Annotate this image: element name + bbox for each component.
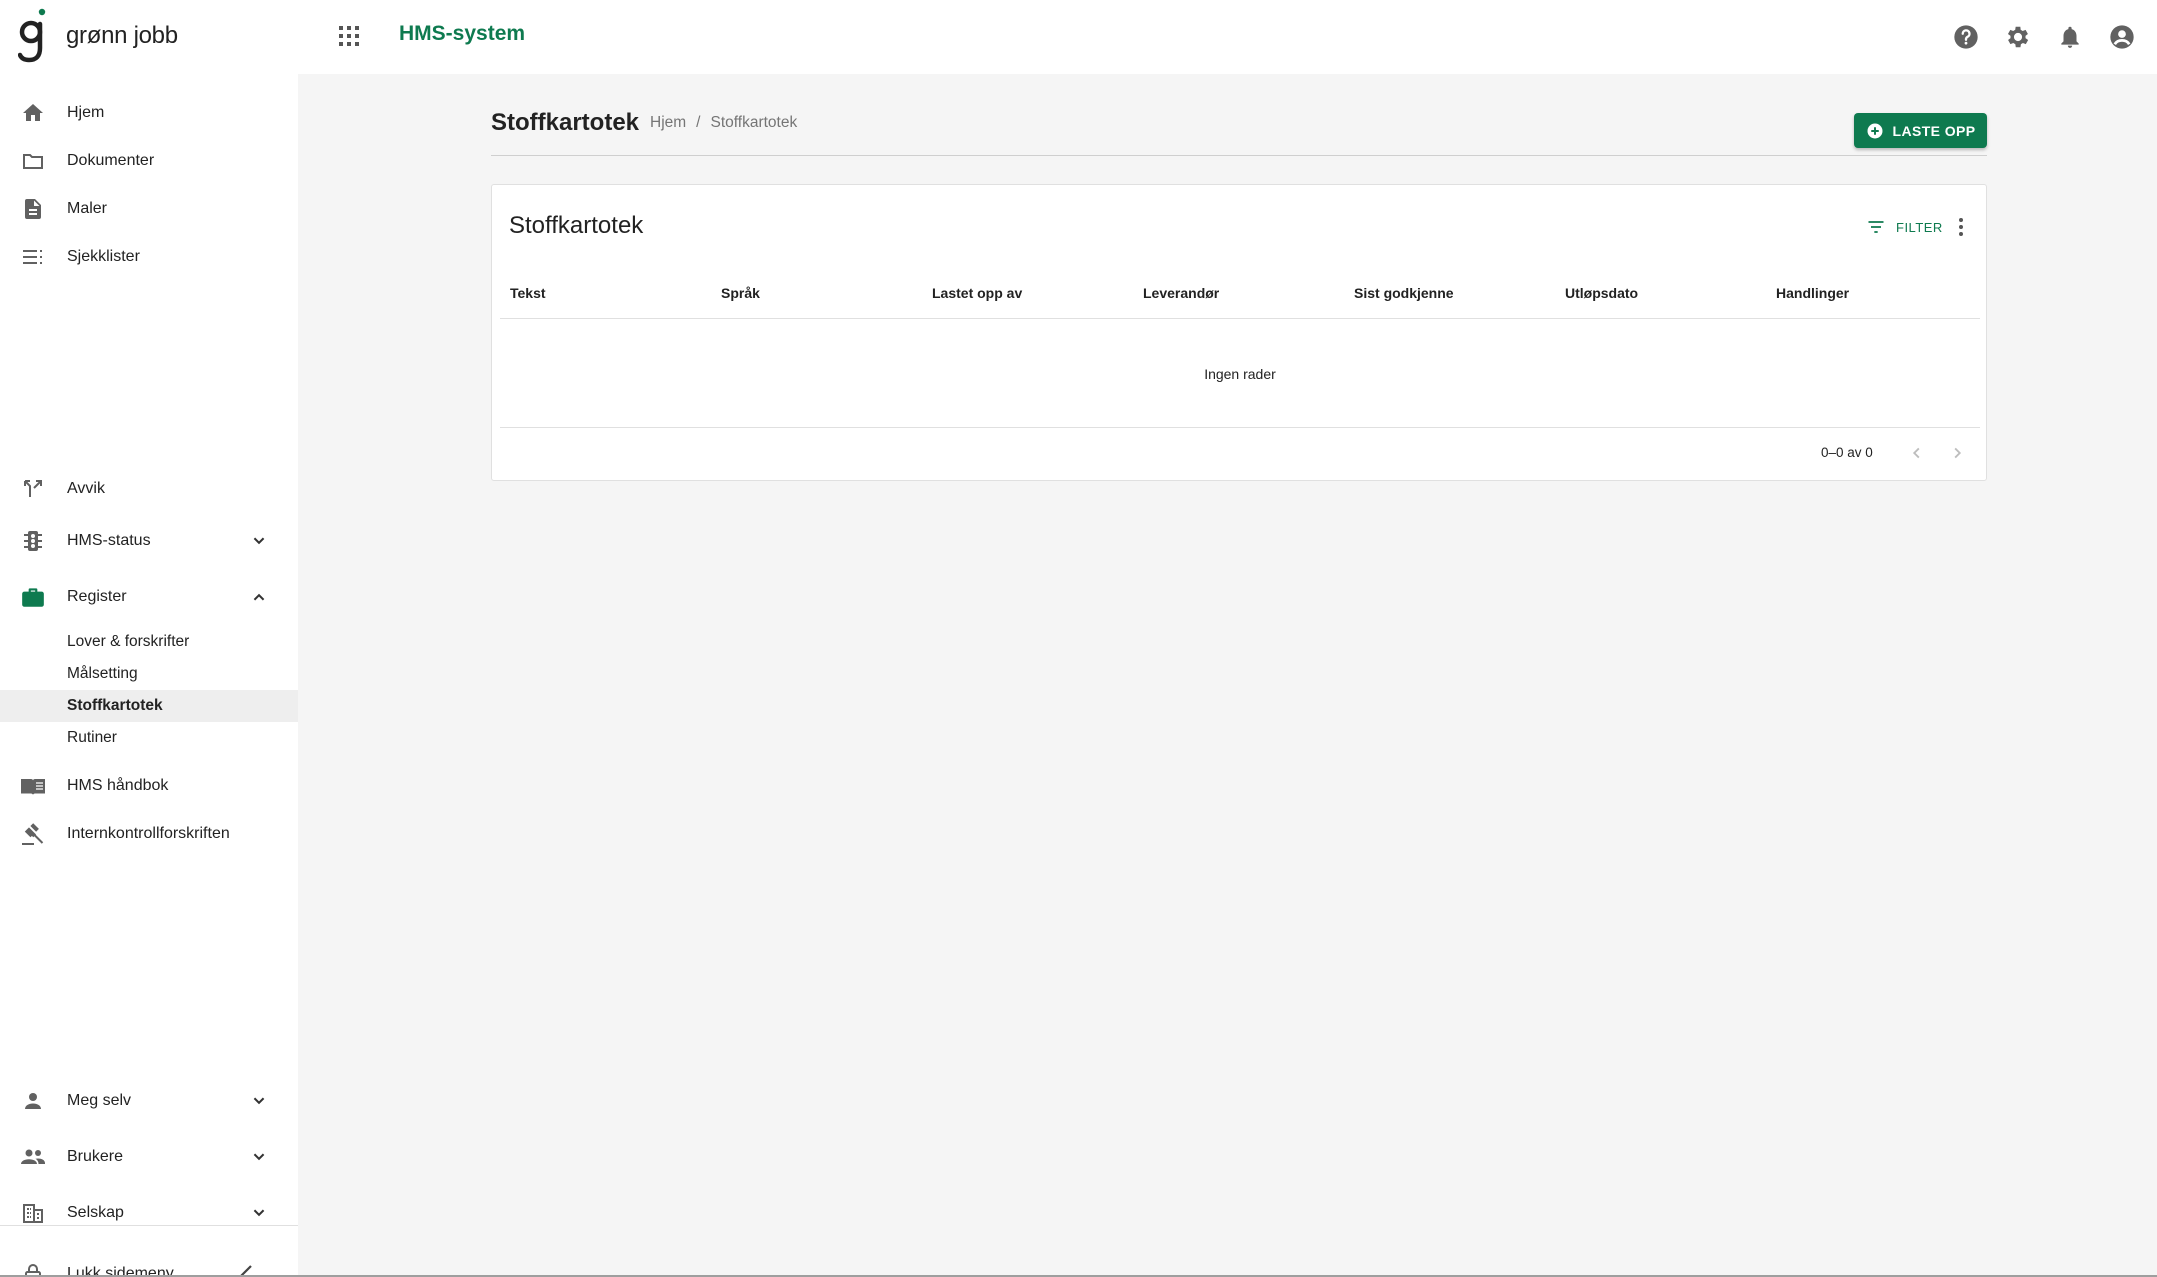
card-title: Stoffkartotek [509,212,644,239]
add-circle-icon [1866,122,1884,140]
sidebar-item-sjekklister[interactable]: Sjekklister [0,233,298,281]
traffic-light-icon [20,528,46,554]
sidebar-item-hms-handbok[interactable]: HMS håndbok [0,762,298,810]
checklist-icon [20,244,46,270]
chevron-down-icon[interactable] [248,1146,270,1168]
chevron-down-icon[interactable] [248,530,270,552]
upload-button[interactable]: LASTE OPP [1854,113,1987,148]
fork-icon [20,476,46,502]
sidebar-item-hjem[interactable]: Hjem [0,89,298,137]
document-icon [20,196,46,222]
filter-button[interactable]: FILTER [1866,215,1943,239]
settings-icon[interactable] [2001,20,2035,54]
top-actions [1949,20,2157,54]
column-header-lastet-opp-av[interactable]: Lastet opp av [932,285,1022,301]
more-vert-icon[interactable] [1951,216,1971,238]
top-bar: grønn jobb HMS-system [0,0,2157,74]
sidebar-item-hms-status[interactable]: HMS-status [0,517,298,565]
sidebar-divider [0,1225,298,1226]
book-icon [20,773,46,799]
pagination-info: 0–0 av 0 [1821,445,1873,460]
sidebar-subitem-rutiner[interactable]: Rutiner [0,722,298,754]
column-header-utlopsdato[interactable]: Utløpsdato [1565,285,1638,301]
sidebar-item-internkontrollforskriften[interactable]: Internkontrollforskriften [0,810,298,858]
briefcase-icon [20,584,46,610]
apps-grid-icon[interactable] [336,23,362,49]
chevron-down-icon[interactable] [248,1090,270,1112]
logo-text: grønn jobb [66,22,178,49]
previous-page-icon[interactable] [1906,442,1928,464]
logo-mark [18,8,52,64]
sidebar-item-register[interactable]: Register [0,573,298,621]
home-icon [20,100,46,126]
chevron-up-icon[interactable] [248,586,270,608]
breadcrumb-current: Stoffkartotek [710,114,798,131]
sidebar-subitem-stoffkartotek[interactable]: Stoffkartotek [0,690,298,722]
next-page-icon[interactable] [1946,442,1968,464]
chevron-down-icon[interactable] [248,1202,270,1224]
table-header: Tekst Språk Lastet opp av Leverandør Sis… [500,273,1980,319]
filter-icon [1866,217,1886,237]
collapse-sidebar-button[interactable]: Lukk sidemeny [0,1250,298,1277]
sidebar-item-meg-selv[interactable]: Meg selv [0,1077,298,1125]
sidebar-item-dokumenter[interactable]: Dokumenter [0,137,298,185]
sidebar-subitem-lover-forskrifter[interactable]: Lover & forskrifter [0,626,298,658]
account-icon[interactable] [2105,20,2139,54]
people-icon [20,1144,46,1170]
app-title[interactable]: HMS-system [399,22,525,46]
column-header-sprak[interactable]: Språk [721,285,760,301]
data-card: Stoffkartotek FILTER Tekst Språk Lastet … [491,184,1987,481]
sidebar-subitem-malsetting[interactable]: Målsetting [0,658,298,690]
column-header-tekst[interactable]: Tekst [510,285,546,301]
column-header-leverandor[interactable]: Leverandør [1143,285,1219,301]
help-icon[interactable] [1949,20,1983,54]
column-header-sist-godkjenne[interactable]: Sist godkjenne [1354,285,1454,301]
sidebar-item-maler[interactable]: Maler [0,185,298,233]
person-icon [20,1088,46,1114]
gavel-icon [20,821,46,847]
folder-icon [20,148,46,174]
page-header: Stoffkartotek Hjem / Stoffkartotek LASTE… [491,104,1987,156]
table-footer-divider [500,427,1980,428]
column-header-handlinger[interactable]: Handlinger [1776,285,1849,301]
filter-label: FILTER [1896,219,1943,235]
page-title: Stoffkartotek [491,109,640,136]
upload-button-label: LASTE OPP [1892,122,1976,139]
breadcrumb-home-link[interactable]: Hjem [650,114,686,132]
empty-state-text: Ingen rader [1204,366,1276,382]
sidebar-item-brukere[interactable]: Brukere [0,1133,298,1181]
sidebar-item-avvik[interactable]: Avvik [0,465,298,513]
building-icon [20,1200,46,1226]
breadcrumb: Hjem / Stoffkartotek [650,114,807,132]
breadcrumb-separator: / [696,114,701,131]
notifications-icon[interactable] [2053,20,2087,54]
logo[interactable]: grønn jobb [18,8,178,64]
sidebar: Hjem Dokumenter Maler Sjekklister Avvik … [0,74,298,1277]
sidebar-item-selskap[interactable]: Selskap [0,1189,298,1237]
